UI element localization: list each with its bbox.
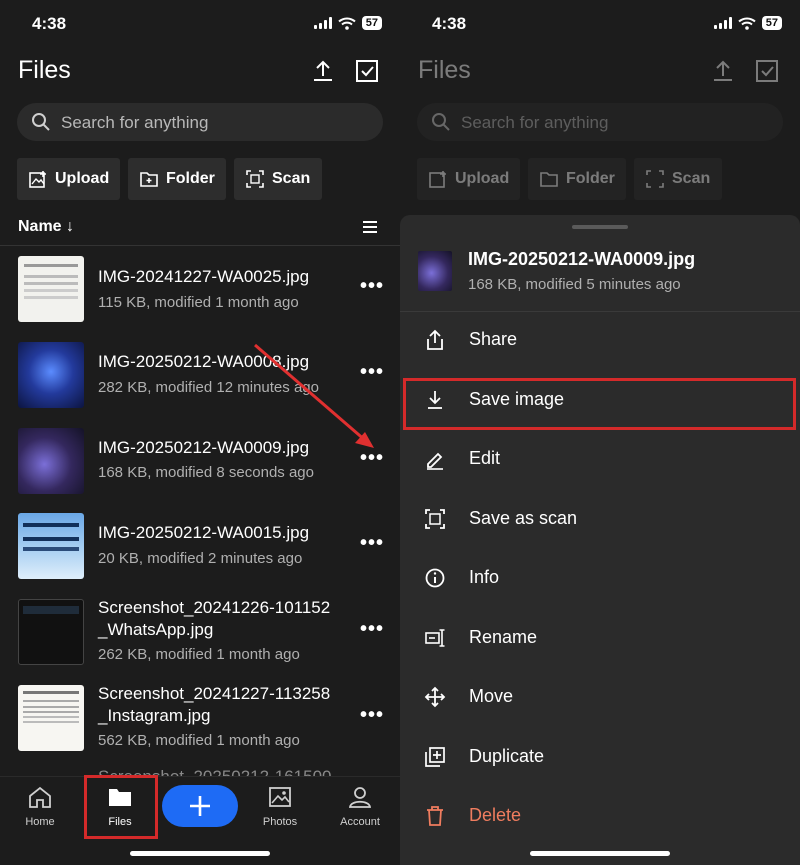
menu-edit-label: Edit [469,448,501,468]
menu-duplicate[interactable]: Duplicate [400,733,800,783]
scan-icon [425,509,445,529]
upload-icon [714,60,732,81]
file-options-screen: 4:38 57 Files Search for anything Upload… [400,0,800,865]
files-screen: 4:38 57 Files Search for anything Upload… [0,0,400,865]
menu-save-as-scan[interactable]: Save as scan [400,495,800,545]
save-image-highlight [403,378,796,430]
search-placeholder: Search for anything [461,113,609,132]
sheet-grabber[interactable] [572,225,628,229]
menu-share[interactable]: Share [400,316,800,366]
share-icon [427,329,443,350]
file-thumbnail [418,251,452,291]
rename-icon [425,629,445,647]
page-title: Files [418,56,471,84]
folder-button-label: Folder [566,170,615,187]
scan-button-label: Scan [672,170,711,187]
search-icon [432,113,450,131]
sheet-file-meta: 168 KB, modified 5 minutes ago [468,276,681,293]
status-time: 4:38 [432,14,467,33]
battery-indicator: 57 [761,16,782,30]
menu-duplicate-label: Duplicate [469,746,545,766]
folder-button: Folder [528,158,626,200]
scan-icon [646,170,664,188]
menu-rename[interactable]: Rename [400,614,800,664]
menu-edit[interactable]: Edit [400,435,800,485]
trash-icon [427,806,443,826]
upload-image-icon [429,171,446,188]
arrow-annotation-icon [254,343,374,448]
menu-rename-label: Rename [469,627,538,647]
divider [400,311,800,312]
scan-button: Scan [634,158,722,200]
menu-info-label: Info [469,567,500,587]
menu-info[interactable]: Info [400,554,800,604]
file-actions-sheet: IMG-20250212-WA0009.jpg 168 KB, modified… [400,215,800,865]
pencil-icon [427,452,443,470]
wifi-icon [738,17,756,30]
new-folder-icon [540,172,558,187]
search-input: Search for anything [417,103,783,141]
menu-move-label: Move [469,686,514,706]
select-checkbox-icon [756,60,778,82]
menu-delete-label: Delete [469,805,522,825]
move-icon [424,686,446,708]
signal-icon [713,17,732,29]
home-indicator [530,851,670,856]
upload-button: Upload [417,158,520,200]
status-bar: 4:38 57 [400,0,800,48]
menu-move[interactable]: Move [400,673,800,723]
sheet-file-name: IMG-20250212-WA0009.jpg [468,249,696,269]
menu-share-label: Share [469,329,518,349]
duplicate-icon [425,747,445,767]
menu-delete[interactable]: Delete [400,792,800,842]
info-icon [425,568,445,588]
upload-button-label: Upload [455,170,510,187]
menu-save-as-scan-label: Save as scan [469,508,578,528]
